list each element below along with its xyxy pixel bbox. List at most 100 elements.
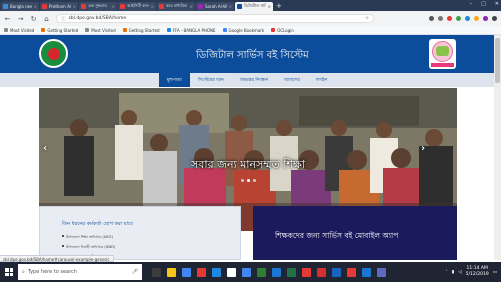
taskbar-app-icon[interactable] [167, 267, 176, 277]
browser-tab-strip: Bangla news×Prothom Alo×এক সুস্থতার×আইসি… [0, 0, 501, 11]
extension-red-icon[interactable] [447, 16, 452, 21]
education-logo [429, 39, 456, 69]
address-bar[interactable]: ⓘ sbl.dpe.gov.bd/SBA/home ☆ [56, 14, 374, 23]
nav-item[interactable]: মূলপাতা [158, 73, 190, 87]
tab-close-icon[interactable]: × [112, 4, 115, 9]
browser-tab[interactable]: আইসিটি বাংলা× [118, 2, 156, 11]
menu-icon[interactable] [492, 16, 497, 21]
extension-green-icon[interactable] [456, 16, 461, 21]
start-button[interactable] [0, 262, 18, 282]
forward-arrow-icon[interactable]: → [17, 15, 24, 23]
network-icon[interactable]: ▮ [452, 270, 454, 275]
tab-close-icon[interactable]: × [229, 4, 232, 9]
taskbar-search[interactable]: ⌕ Type here to search 🎤︎ [18, 264, 142, 280]
bookmark-item[interactable]: Most Visited [85, 28, 116, 33]
bookmark-label: OCLogin [277, 27, 294, 33]
browser-tab[interactable]: Sarah Al-Wa× [196, 2, 234, 11]
new-tab-button[interactable]: + [276, 2, 282, 10]
tab-close-icon[interactable]: × [190, 4, 193, 9]
bookmark-item[interactable]: Getting Started [122, 27, 160, 33]
taskbar-app-icon[interactable] [347, 267, 356, 277]
mobile-app-heading: শিক্ষকদের জন্য সার্ভিস বই মোবাইল অ্যাপ [275, 231, 399, 240]
maximize-button[interactable]: □ [481, 1, 486, 7]
tab-favicon-icon [3, 4, 8, 9]
bookmark-label: Getting Started [128, 27, 160, 33]
minimize-button[interactable]: – [470, 1, 473, 7]
clock[interactable]: 11:14 AM 5/12/2019 [466, 266, 489, 278]
site-title: ডিজিটাল সার্ভিস বই সিস্টেম [196, 50, 309, 61]
page-scrollbar[interactable] [494, 35, 501, 260]
info-icon[interactable]: ⓘ [61, 16, 66, 22]
tab-close-icon[interactable]: × [34, 4, 37, 9]
bookmark-item[interactable]: Google Bookmark [222, 28, 264, 33]
bookmark-item[interactable]: FFA - BANGLA PHONE [166, 28, 216, 33]
extension-purple-icon[interactable] [483, 16, 488, 21]
tab-label: Bangla news [10, 4, 32, 9]
carousel-dot[interactable] [246, 179, 250, 182]
taskbar-app-icon[interactable] [242, 267, 251, 277]
extension-blue-icon[interactable] [465, 16, 470, 21]
tab-label: আইসিটি বাংলা [127, 3, 149, 8]
government-logo[interactable] [39, 39, 68, 68]
nav-item[interactable]: আমাদের [276, 73, 308, 87]
carousel-caption: সবার জন্য মানসম্মত শিক্ষা [190, 158, 306, 171]
volume-icon[interactable]: ◁ [458, 270, 461, 275]
bookmark-star-icon[interactable]: ☆ [365, 16, 369, 21]
bookmark-icon [166, 28, 171, 32]
bookmark-item[interactable]: OCLogin [271, 28, 294, 33]
bookmark-icon [85, 28, 90, 32]
taskbar-app-icon[interactable] [272, 267, 281, 277]
taskbar-app-icon[interactable] [227, 267, 236, 277]
tab-favicon-icon [42, 4, 47, 9]
bookmark-icon [41, 28, 46, 32]
browser-tab[interactable]: Bangla news× [1, 2, 39, 11]
browser-tab[interactable]: এক সুস্থতার × [79, 2, 117, 11]
chevron-up-icon[interactable]: ˄ [445, 270, 447, 275]
browser-tab[interactable]: Prothom Alo× [40, 2, 78, 11]
bookmark-item[interactable]: Getting Started [41, 28, 78, 33]
taskbar-app-icon[interactable] [212, 267, 221, 277]
carousel-next-icon[interactable]: › [421, 143, 425, 154]
status-bar-url: sbl.dpe.gov.bd/SBA/home#carousel-example… [0, 255, 114, 262]
taskbar-app-icon[interactable] [377, 267, 386, 277]
tab-close-icon[interactable]: × [73, 4, 76, 9]
tab-close-icon[interactable]: × [151, 4, 154, 9]
taskbar-app-icon[interactable] [332, 267, 341, 277]
library-icon[interactable] [438, 16, 443, 21]
officer-card-heading: তিন ধরনের কর্মকর্তা যোগ করা যাবে [62, 221, 133, 227]
taskbar-app-icon[interactable] [257, 267, 266, 277]
tab-close-icon[interactable]: × [268, 4, 271, 9]
taskbar-app-icon[interactable] [317, 267, 326, 277]
browser-tab[interactable]: কবে মাধ্যমিক × [157, 2, 195, 11]
taskbar-app-icon[interactable] [362, 267, 371, 277]
tab-favicon-icon [237, 4, 242, 9]
carousel-prev-icon[interactable]: ‹ [43, 143, 47, 154]
nav-item[interactable]: লগইন [308, 73, 335, 87]
taskbar-app-icon[interactable] [152, 267, 161, 277]
reload-icon[interactable]: ↻ [30, 15, 37, 23]
nav-item[interactable]: সিস্টেমের ধরন [190, 73, 232, 87]
download-icon[interactable] [429, 16, 434, 21]
mobile-app-card[interactable]: শিক্ষকদের জন্য সার্ভিস বই মোবাইল অ্যাপ [253, 206, 457, 260]
bookmark-label: Most Visited [10, 27, 35, 33]
taskbar-app-icon[interactable] [302, 267, 311, 277]
taskbar-app-icon[interactable] [182, 267, 191, 277]
carousel-dot[interactable] [252, 179, 256, 182]
back-arrow-icon[interactable]: ← [4, 15, 11, 23]
bookmark-item[interactable]: Most Visited [4, 28, 34, 33]
taskbar-app-icon[interactable] [197, 267, 206, 277]
taskbar-app-icon[interactable] [287, 267, 296, 277]
scrollbar-thumb[interactable] [495, 38, 500, 83]
home-icon[interactable]: ⌂ [43, 15, 50, 23]
browser-tab[interactable]: ডিজিটাল সার্ভি× [235, 2, 273, 11]
extension-icons [429, 16, 497, 21]
microphone-icon[interactable]: 🎤︎ [132, 269, 138, 275]
carousel-dot[interactable] [240, 179, 244, 182]
extension-yellow-icon[interactable] [474, 16, 479, 21]
search-placeholder: Type here to search [27, 269, 77, 275]
tab-label: এক সুস্থতার [88, 3, 107, 8]
notifications-icon[interactable]: ▭ [493, 270, 497, 275]
officer-list-item: উপজেলা শিক্ষা অফিসার (UEO) [62, 234, 240, 241]
close-window-button[interactable]: ✕ [495, 1, 499, 7]
nav-item[interactable]: অভ্যন্তর নিবন্ধন [232, 73, 276, 87]
